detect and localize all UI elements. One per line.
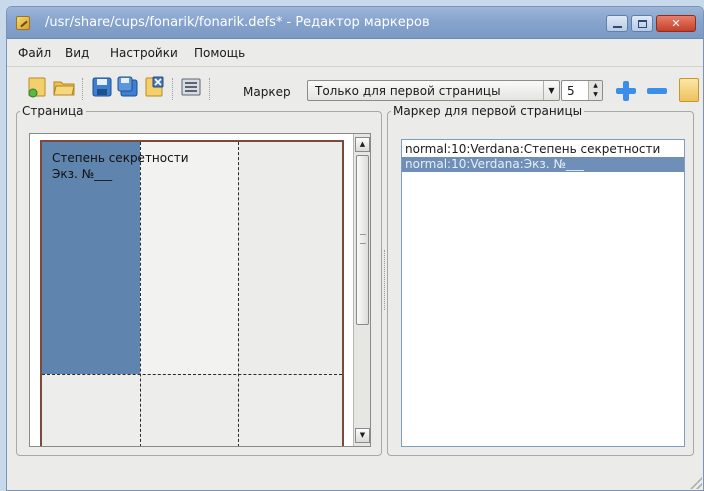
toolbar: Маркер Только для первой страницы ▼ 5 ▲ … [7, 66, 703, 108]
minimize-icon [613, 26, 622, 28]
marker-count-spinbox[interactable]: 5 ▲ ▼ [561, 80, 603, 101]
marker-text-line: Степень секретности [52, 151, 189, 165]
spin-buttons[interactable]: ▲ ▼ [588, 81, 602, 100]
save-icon[interactable] [90, 75, 114, 99]
column-guide [140, 142, 141, 446]
marker-type-value: Только для первой страницы [315, 84, 501, 98]
scroll-thumb[interactable] [356, 155, 369, 325]
menu-bar: Файл Вид Настройки Помощь [7, 40, 703, 66]
minimize-button[interactable] [606, 15, 628, 32]
open-folder-icon[interactable] [52, 75, 76, 99]
spin-down-icon[interactable]: ▼ [589, 90, 602, 99]
menu-help[interactable]: Помощь [194, 46, 245, 60]
title-bar[interactable]: /usr/share/cups/fonarik/fonarik.defs* - … [7, 7, 703, 39]
marker-list[interactable]: normal:10:Verdana:Степень секретности no… [401, 139, 685, 447]
chevron-down-icon[interactable]: ▼ [543, 81, 559, 100]
column-guide [238, 142, 239, 446]
list-item[interactable]: normal:10:Verdana:Степень секретности [402, 142, 684, 157]
page-scrollbar[interactable]: ▲ ▼ [353, 134, 370, 446]
remove-marker-icon[interactable] [646, 80, 668, 102]
save-as-icon[interactable] [116, 75, 140, 99]
paper-sheet: Степень секретности Экз. №___ [40, 140, 344, 446]
marker-label: Маркер [243, 85, 291, 99]
splitter-handle[interactable] [381, 250, 385, 310]
new-file-icon[interactable] [25, 75, 49, 99]
maximize-icon [638, 20, 647, 28]
scroll-up-icon[interactable]: ▲ [355, 137, 370, 152]
marker-group-title: Маркер для первой страницы [393, 104, 583, 118]
marker-type-select[interactable]: Только для первой страницы ▼ [307, 80, 560, 101]
marker-text-line: Экз. №___ [52, 167, 113, 181]
add-marker-icon[interactable] [615, 80, 637, 102]
toolbar-separator [209, 78, 212, 100]
grip-icon [360, 234, 366, 244]
marker-zone[interactable] [238, 142, 342, 374]
properties-icon[interactable] [179, 75, 203, 99]
page-group-title: Страница [22, 104, 84, 118]
document-icon[interactable] [679, 78, 699, 102]
list-item-selected[interactable]: normal:10:Verdana:Экз. №___ [402, 157, 684, 172]
resize-grip-icon[interactable] [690, 477, 702, 489]
menu-view[interactable]: Вид [65, 46, 89, 60]
menu-file[interactable]: Файл [18, 46, 51, 60]
marker-zone[interactable] [140, 142, 238, 374]
toolbar-separator [172, 78, 175, 100]
close-button[interactable]: ✕ [656, 15, 696, 32]
marker-count-value: 5 [567, 84, 575, 98]
page-preview[interactable]: Степень секретности Экз. №___ ▲ ▼ [29, 133, 371, 447]
menu-settings[interactable]: Настройки [110, 46, 178, 60]
scroll-down-icon[interactable]: ▼ [355, 428, 370, 443]
maximize-button[interactable] [631, 15, 653, 32]
spin-up-icon[interactable]: ▲ [589, 81, 602, 90]
app-icon [16, 16, 30, 30]
toolbar-separator [82, 78, 85, 100]
window-title: /usr/share/cups/fonarik/fonarik.defs* - … [45, 15, 430, 30]
row-guide [42, 374, 342, 375]
close-file-icon[interactable] [142, 75, 166, 99]
page-canvas: Степень секретности Экз. №___ [30, 134, 353, 446]
